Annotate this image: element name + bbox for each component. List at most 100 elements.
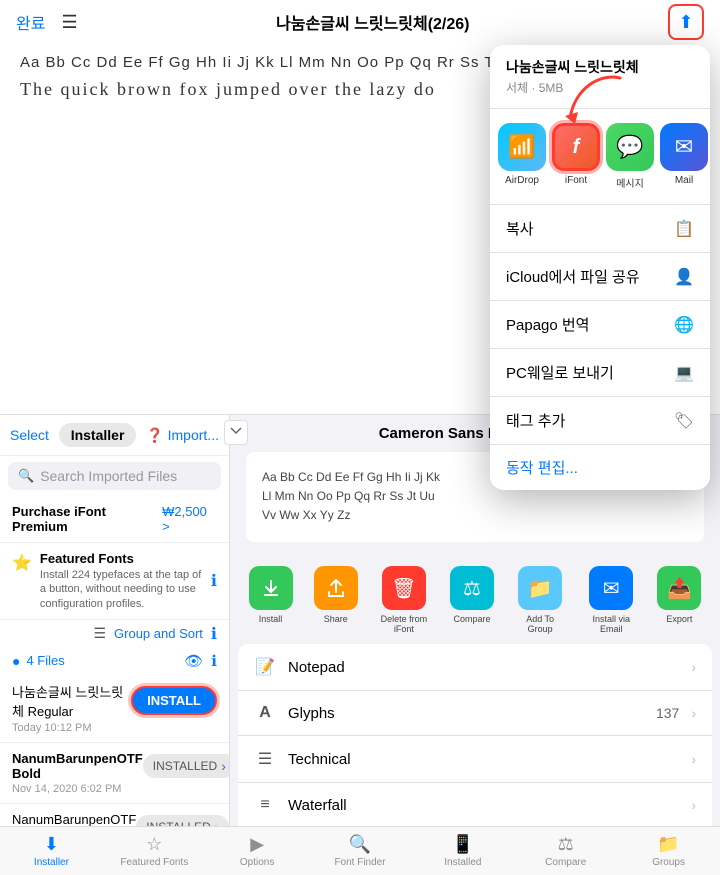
install-action[interactable]: Install <box>249 566 293 634</box>
notepad-icon: 📝 <box>254 657 276 677</box>
compare-tab-label: Compare <box>545 857 586 868</box>
font-name: 나눔손글씨 느릿느릿체 Regular <box>12 682 131 720</box>
glyphs-badge: 137 <box>656 705 679 721</box>
glyphs-label: Glyphs <box>288 705 644 722</box>
font-item-top: NanumBarunpenOTF Bold INSTALLED › <box>12 751 217 781</box>
waterfall-label: Waterfall <box>288 797 679 814</box>
question-icon: ❓ <box>146 427 163 444</box>
sort-icon: ☰ <box>93 625 106 642</box>
top-section: 완료 ☰ 나눔손글씨 느릿느릿체(2/26) ⬆ Aa Bb Cc Dd Ee … <box>0 0 720 415</box>
share-action-icon <box>314 566 358 610</box>
app-ifont[interactable]: f iFont <box>552 123 600 190</box>
export-action[interactable]: 📤 Export <box>657 566 701 634</box>
add-group-action-icon: 📁 <box>518 566 562 610</box>
install-action-label: Install <box>259 614 283 624</box>
menu-technical[interactable]: ☰ Technical › <box>238 736 712 783</box>
export-action-icon: 📤 <box>657 566 701 610</box>
menu-waterfall[interactable]: ≡ Waterfall › <box>238 783 712 828</box>
left-top-bar: Select Installer ❓ Import... <box>0 415 229 456</box>
sort-options-icon: ℹ <box>211 624 217 644</box>
messages-icon: 💬 <box>606 123 654 171</box>
select-button[interactable]: Select <box>10 427 49 443</box>
purchase-premium-row[interactable]: Purchase iFont Premium ₩2,500 > <box>0 496 229 543</box>
group-sort-row[interactable]: ☰ Group and Sort ℹ <box>0 620 229 648</box>
technical-label: Technical <box>288 751 679 768</box>
compare-tab-icon: ⚖ <box>558 834 574 855</box>
nav-bar: 완료 ☰ 나눔손글씨 느릿느릿체(2/26) ⬆ <box>0 0 720 44</box>
featured-fonts-row[interactable]: ⭐ Featured Fonts Install 224 typefaces a… <box>0 543 229 620</box>
share-tag[interactable]: 태그 추가 🏷 <box>490 397 710 445</box>
tag-icon: 🏷 <box>674 411 694 431</box>
mail-icon: ✉ <box>660 123 708 171</box>
tab-bar: ⬇ Installer ☆ Featured Fonts ▶ Options 🔍… <box>0 826 720 875</box>
pcwhale-icon: 💻 <box>674 363 694 383</box>
featured-content: Featured Fonts Install 224 typefaces at … <box>40 551 203 611</box>
share-papago[interactable]: Papago 번역 🌐 <box>490 301 710 349</box>
tab-font-finder[interactable]: 🔍 Font Finder <box>309 834 412 868</box>
done-button[interactable]: 완료 <box>16 10 45 34</box>
share-copy[interactable]: 복사 📋 <box>490 205 710 253</box>
share-pcwhale[interactable]: PC웨일로 보내기 💻 <box>490 349 710 397</box>
options-tab-icon: ▶ <box>250 834 264 855</box>
edit-actions-button[interactable]: 동작 편집... <box>490 445 710 490</box>
pcwhale-label: PC웨일로 보내기 <box>506 362 614 383</box>
import-button[interactable]: ❓ Import... <box>146 427 219 444</box>
app-messages[interactable]: 💬 메시지 <box>606 123 654 190</box>
tab-options[interactable]: ▶ Options <box>206 834 309 868</box>
install-email-action-icon: ✉ <box>589 566 633 610</box>
messages-label: 메시지 <box>616 175 644 190</box>
glyphs-icon: A <box>254 704 276 722</box>
waterfall-chevron-icon: › <box>691 797 696 813</box>
menu-icon[interactable]: ☰ <box>61 12 77 33</box>
share-icloud[interactable]: iCloud에서 파일 공유 👤 <box>490 253 710 301</box>
install-email-action[interactable]: ✉ Install via Email <box>586 566 636 634</box>
menu-glyphs[interactable]: A Glyphs 137 › <box>238 691 712 736</box>
compare-action-label: Compare <box>453 614 490 624</box>
featured-arrow-icon: ℹ <box>211 571 217 591</box>
featured-title: Featured Fonts <box>40 551 203 566</box>
app-airdrop[interactable]: 📶 AirDrop <box>498 123 546 190</box>
share-title: 나눔손글씨 느릿느릿체 <box>506 57 694 77</box>
add-group-action[interactable]: 📁 Add To Group <box>515 566 565 634</box>
files-actions: 👁 ℹ <box>184 652 217 670</box>
font-item[interactable]: 나눔손글씨 느릿느릿체 Regular INSTALL Today 10:12 … <box>0 674 229 743</box>
menu-notepad[interactable]: 📝 Notepad › <box>238 644 712 691</box>
star-icon: ⭐ <box>12 553 32 573</box>
tab-installed[interactable]: 📱 Installed <box>411 834 514 868</box>
info-icon[interactable]: ℹ <box>211 652 217 670</box>
share-button[interactable]: ⬆ <box>668 4 704 40</box>
font-item[interactable]: NanumBarunpenOTF Bold INSTALLED › Nov 14… <box>0 743 229 804</box>
tab-groups[interactable]: 📁 Groups <box>617 834 720 868</box>
share-subtitle: 서체 · 5MB <box>506 79 694 96</box>
airdrop-label: AirDrop <box>505 175 539 186</box>
files-count: 4 Files <box>26 653 64 668</box>
airdrop-icon: 📶 <box>498 123 546 171</box>
tab-featured[interactable]: ☆ Featured Fonts <box>103 834 206 868</box>
search-bar[interactable]: 🔍 Search Imported Files <box>8 462 221 490</box>
notepad-label: Notepad <box>288 659 679 676</box>
installed-badge: INSTALLED › <box>143 754 229 778</box>
files-count-row: ● 4 Files 👁 ℹ <box>0 648 229 674</box>
app-mail[interactable]: ✉ Mail <box>660 123 708 190</box>
compare-action[interactable]: ⚖ Compare <box>450 566 494 634</box>
options-tab-label: Options <box>240 857 274 868</box>
expand-collapse-icon[interactable] <box>224 420 248 445</box>
share-action[interactable]: Share <box>314 566 358 634</box>
waterfall-icon: ≡ <box>254 796 276 814</box>
copy-icon: 📋 <box>674 219 694 239</box>
purchase-price: ₩2,500 > <box>162 504 217 534</box>
tab-compare[interactable]: ⚖ Compare <box>514 834 617 868</box>
share-icon: ⬆ <box>678 12 693 33</box>
featured-tab-label: Featured Fonts <box>120 857 188 868</box>
share-sheet: 나눔손글씨 느릿느릿체 서체 · 5MB 📶 AirDrop f iFont 💬… <box>490 45 710 490</box>
nav-title: 나눔손글씨 느릿느릿체(2/26) <box>276 10 469 34</box>
installer-tab[interactable]: Installer <box>59 423 137 447</box>
delete-action[interactable]: 🗑 Delete from iFont <box>379 566 429 634</box>
icloud-icon: 👤 <box>674 267 694 287</box>
tab-installer[interactable]: ⬇ Installer <box>0 834 103 868</box>
action-buttons: Install Share 🗑 Delete from iFont ⚖ Comp… <box>230 562 720 644</box>
groups-tab-label: Groups <box>652 857 685 868</box>
eye-icon[interactable]: 👁 <box>184 652 203 670</box>
install-button[interactable]: INSTALL <box>131 686 217 715</box>
install-email-action-label: Install via Email <box>586 614 636 634</box>
